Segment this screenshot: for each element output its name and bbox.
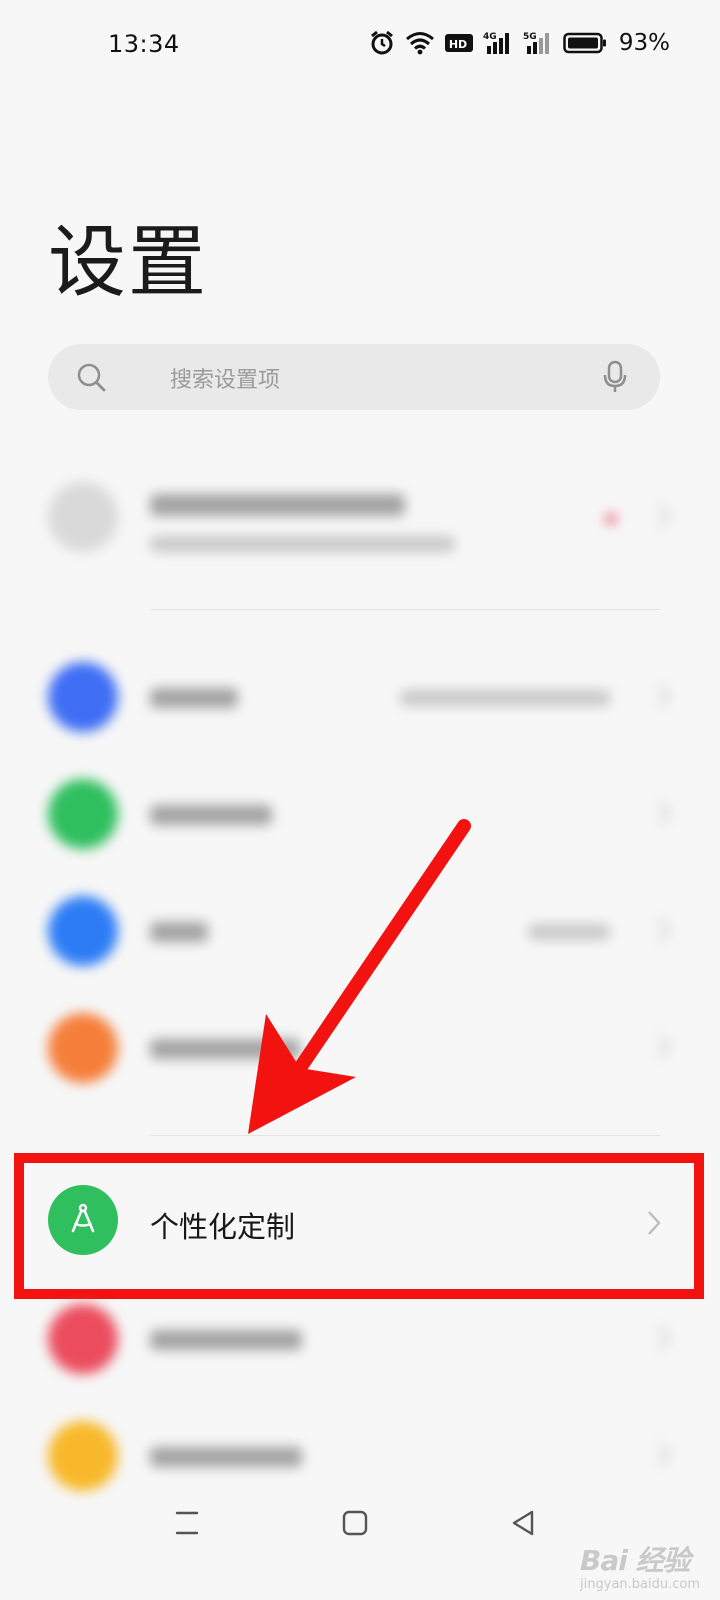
connection-icon <box>48 1013 118 1083</box>
signal-4g-icon: 4G <box>483 30 513 56</box>
chevron-right-icon <box>656 682 672 714</box>
avatar <box>48 482 118 552</box>
watermark-url: jingyan.baidu.com <box>580 1577 700 1592</box>
back-nav-icon[interactable] <box>510 1509 536 1541</box>
desktop-lockscreen-row[interactable] <box>0 1284 720 1394</box>
svg-text:HD: HD <box>449 38 467 51</box>
chevron-right-icon <box>656 916 672 948</box>
chevron-right-icon <box>656 799 672 831</box>
battery-icon <box>563 32 607 54</box>
connection-label-placeholder <box>150 1039 300 1059</box>
divider <box>150 609 660 610</box>
wifi-icon <box>48 662 118 732</box>
mobile-label-placeholder <box>150 805 272 825</box>
search-input[interactable]: 搜索设置项 <box>48 344 660 410</box>
search-icon <box>76 362 108 398</box>
alarm-icon <box>369 30 395 56</box>
svg-text:4G: 4G <box>483 32 497 42</box>
battery-percent: 93% <box>618 30 670 56</box>
bluetooth-icon <box>48 896 118 966</box>
search-placeholder: 搜索设置项 <box>170 368 281 393</box>
page-title: 设置 <box>48 218 209 308</box>
mobile-network-row[interactable] <box>0 759 720 869</box>
divider <box>150 1135 660 1136</box>
connection-sharing-row[interactable] <box>0 993 720 1103</box>
mic-icon[interactable] <box>602 360 628 398</box>
chevron-right-icon <box>656 502 672 534</box>
wlan-value-placeholder <box>400 690 610 706</box>
personalization-label: 个性化定制 <box>150 1210 296 1244</box>
personalization-row[interactable]: 个性化定制 <box>0 1162 720 1280</box>
home-nav-icon[interactable] <box>342 1509 368 1541</box>
desktop-label-placeholder <box>150 1330 302 1350</box>
notification-dot <box>606 514 616 524</box>
display-label-placeholder <box>150 1447 302 1467</box>
chevron-right-icon <box>656 1033 672 1065</box>
menu-nav-icon[interactable] <box>174 1509 200 1541</box>
compass-icon <box>66 1201 100 1239</box>
chevron-right-icon <box>656 1441 672 1473</box>
account-name-placeholder <box>150 494 405 516</box>
wlan-label-placeholder <box>150 688 238 708</box>
display-icon <box>48 1421 118 1491</box>
bluetooth-row[interactable] <box>0 876 720 986</box>
signal-5g-icon: 5G <box>523 30 553 56</box>
wlan-row[interactable] <box>0 642 720 752</box>
watermark-logo: Bai 经验 <box>580 1544 691 1577</box>
desktop-icon <box>48 1304 118 1374</box>
watermark: Bai 经验 jingyan.baidu.com <box>580 1539 700 1592</box>
bluetooth-value-placeholder <box>528 924 610 940</box>
status-bar: 13:34 HD 4G 5G 93% <box>0 0 720 92</box>
bluetooth-label-placeholder <box>150 922 208 942</box>
status-time: 13:34 <box>108 30 180 58</box>
personalization-icon-circle <box>48 1185 118 1255</box>
chevron-right-icon <box>656 1324 672 1356</box>
account-row[interactable] <box>0 462 720 572</box>
account-subtitle-placeholder <box>150 536 455 552</box>
svg-text:5G: 5G <box>523 32 537 42</box>
status-icons: HD 4G 5G 93% <box>369 30 670 56</box>
mobile-network-icon <box>48 779 118 849</box>
wifi-icon <box>405 31 435 55</box>
chevron-right-icon <box>646 1209 662 1241</box>
hd-icon: HD <box>444 32 473 54</box>
